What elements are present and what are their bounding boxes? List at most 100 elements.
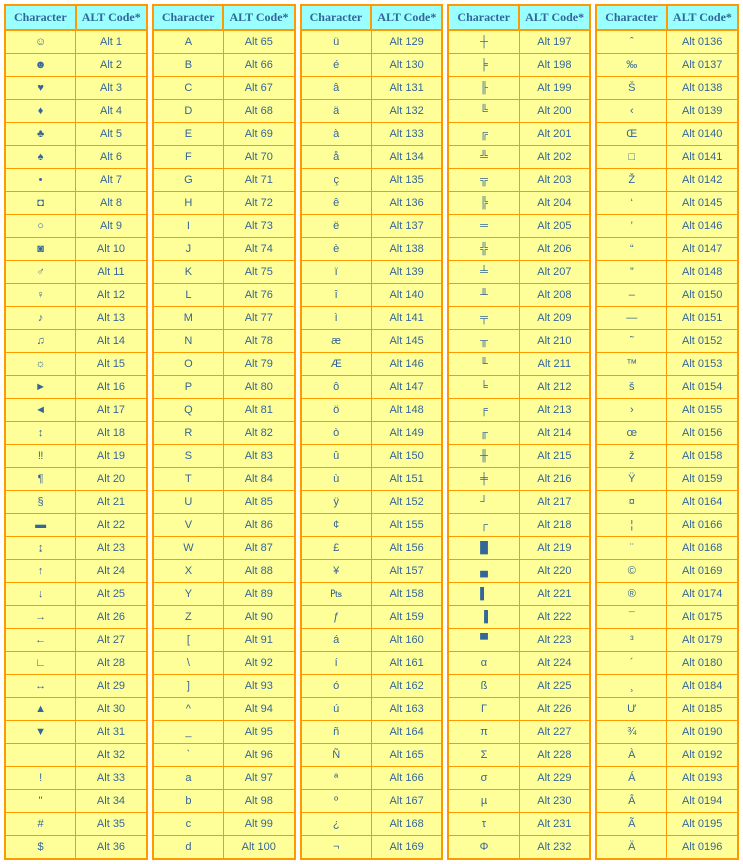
- altcode-cell: Alt 4: [76, 100, 147, 123]
- table-row: æAlt 145: [301, 330, 443, 353]
- table-row: ☼Alt 15: [5, 353, 147, 376]
- table-row: ┌Alt 218: [448, 514, 590, 537]
- table-row: ∟Alt 28: [5, 652, 147, 675]
- altcode-cell: Alt 88: [223, 560, 294, 583]
- character-cell: ╩: [448, 146, 519, 169]
- altcode-cell: Alt 34: [76, 790, 147, 813]
- table-row: ▐Alt 222: [448, 606, 590, 629]
- altcode-cell: Alt 93: [223, 675, 294, 698]
- table-row: WAlt 87: [153, 537, 295, 560]
- altcode-cell: Alt 197: [519, 30, 590, 54]
- altcode-cell: Alt 0145: [667, 192, 738, 215]
- altcode-cell: Alt 162: [371, 675, 442, 698]
- character-cell: σ: [448, 767, 519, 790]
- table-row: §Alt 21: [5, 491, 147, 514]
- table-row: •Alt 7: [5, 169, 147, 192]
- character-cell: ↕: [5, 422, 76, 445]
- table-row: îAlt 140: [301, 284, 443, 307]
- character-cell: Œ: [596, 123, 667, 146]
- altcode-cell: Alt 0140: [667, 123, 738, 146]
- altcode-cell: Alt 86: [223, 514, 294, 537]
- header-altcode: ALT Code*: [371, 5, 442, 30]
- altcode-cell: Alt 215: [519, 445, 590, 468]
- altcode-cell: Alt 0194: [667, 790, 738, 813]
- character-cell: ╟: [448, 77, 519, 100]
- character-cell: Â: [596, 790, 667, 813]
- character-cell: A: [153, 30, 224, 54]
- table-row: AAlt 65: [153, 30, 295, 54]
- table-row: ¢Alt 155: [301, 514, 443, 537]
- table-row: $Alt 36: [5, 836, 147, 860]
- character-cell: `: [153, 744, 224, 767]
- altcode-cell: Alt 137: [371, 215, 442, 238]
- altcode-cell: Alt 85: [223, 491, 294, 514]
- character-cell: d: [153, 836, 224, 860]
- altcode-cell: Alt 159: [371, 606, 442, 629]
- altcode-cell: Alt 129: [371, 30, 442, 54]
- table-row: ◘Alt 8: [5, 192, 147, 215]
- table-row: ÃAlt 0195: [596, 813, 738, 836]
- character-cell: ”: [596, 261, 667, 284]
- character-cell: Φ: [448, 836, 519, 860]
- character-cell: ♦: [5, 100, 76, 123]
- table-row: ▄Alt 220: [448, 560, 590, 583]
- altcode-cell: Alt 7: [76, 169, 147, 192]
- table-row: žAlt 0158: [596, 445, 738, 468]
- character-cell: ╒: [448, 399, 519, 422]
- table-row: LAlt 76: [153, 284, 295, 307]
- table-row: ëAlt 137: [301, 215, 443, 238]
- table-row: SAlt 83: [153, 445, 295, 468]
- table-row: óAlt 162: [301, 675, 443, 698]
- character-cell: ï: [301, 261, 372, 284]
- character-cell: ü: [301, 30, 372, 54]
- table-row: ˆAlt 0136: [596, 30, 738, 54]
- table-row: ÂAlt 0194: [596, 790, 738, 813]
- character-cell: _: [153, 721, 224, 744]
- table-row: █Alt 219: [448, 537, 590, 560]
- altcode-cell: Alt 0154: [667, 376, 738, 399]
- altcode-cell: Alt 141: [371, 307, 442, 330]
- character-cell: ☻: [5, 54, 76, 77]
- altcode-cell: Alt 0150: [667, 284, 738, 307]
- character-cell: D: [153, 100, 224, 123]
- character-cell: š: [596, 376, 667, 399]
- character-cell: ¨: [596, 537, 667, 560]
- altcode-cell: Alt 8: [76, 192, 147, 215]
- character-cell: ®: [596, 583, 667, 606]
- altcode-cell: Alt 160: [371, 629, 442, 652]
- character-cell: X: [153, 560, 224, 583]
- altcode-cell: Alt 225: [519, 675, 590, 698]
- table-row: ♣Alt 5: [5, 123, 147, 146]
- altcode-cell: Alt 97: [223, 767, 294, 790]
- altcode-cell: Alt 218: [519, 514, 590, 537]
- header-character: Character: [301, 5, 372, 30]
- altcode-cell: Alt 0195: [667, 813, 738, 836]
- character-cell: ╔: [448, 123, 519, 146]
- character-cell: û: [301, 445, 372, 468]
- altcode-cell: Alt 200: [519, 100, 590, 123]
- table-row: ▬Alt 22: [5, 514, 147, 537]
- altcode-cell: Alt 3: [76, 77, 147, 100]
- table-row: ƯAlt 0185: [596, 698, 738, 721]
- table-row: XAlt 88: [153, 560, 295, 583]
- altcode-cell: Alt 15: [76, 353, 147, 376]
- table-row: ‰Alt 0137: [596, 54, 738, 77]
- table-row: →Alt 26: [5, 606, 147, 629]
- altcode-cell: Alt 0185: [667, 698, 738, 721]
- table-row: αAlt 224: [448, 652, 590, 675]
- altcode-cell: Alt 68: [223, 100, 294, 123]
- table-row: JAlt 74: [153, 238, 295, 261]
- altcode-cell: Alt 25: [76, 583, 147, 606]
- table-row: –Alt 0150: [596, 284, 738, 307]
- character-cell: ╓: [448, 422, 519, 445]
- character-cell: π: [448, 721, 519, 744]
- table-row: _Alt 95: [153, 721, 295, 744]
- altcode-cell: Alt 98: [223, 790, 294, 813]
- table-row: ŽAlt 0142: [596, 169, 738, 192]
- character-cell: ¢: [301, 514, 372, 537]
- table-row: ╔Alt 201: [448, 123, 590, 146]
- altcode-cell: Alt 0136: [667, 30, 738, 54]
- character-cell: ◘: [5, 192, 76, 215]
- table-row: ’Alt 0146: [596, 215, 738, 238]
- character-cell: ‘: [596, 192, 667, 215]
